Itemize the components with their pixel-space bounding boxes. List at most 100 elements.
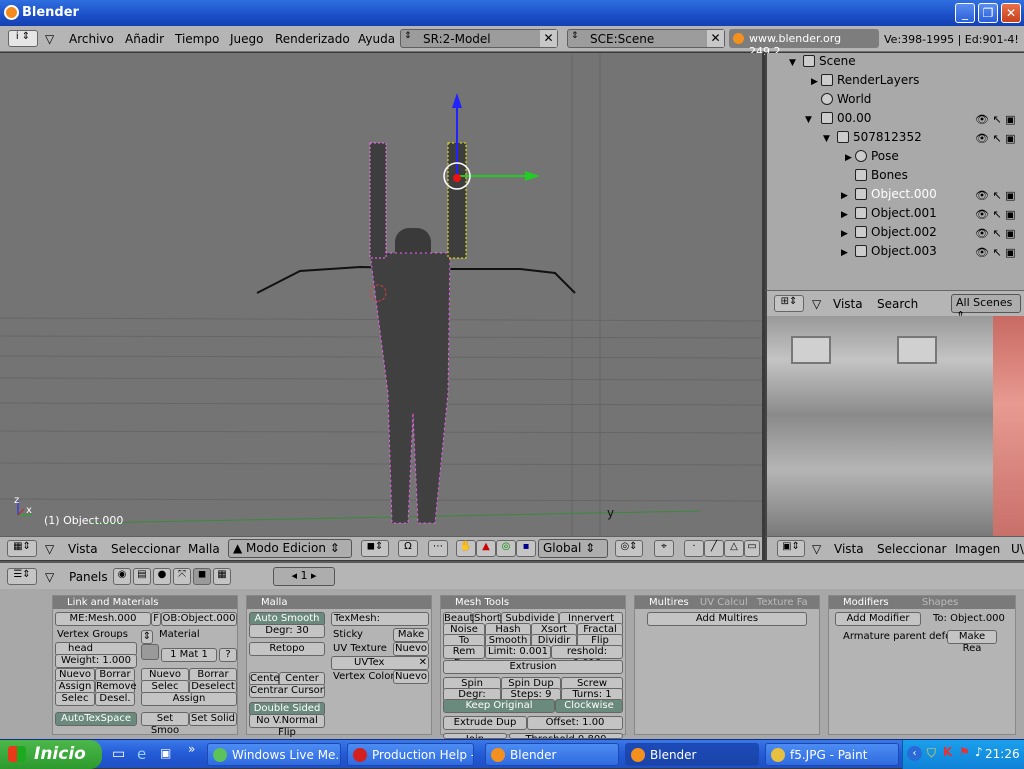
tab-modifiers[interactable]: Modifiers [843, 597, 889, 608]
vertex-color-new-button[interactable]: Nuevo [393, 670, 429, 684]
quicklaunch-desktop-icon[interactable]: ▭ [112, 746, 125, 762]
threshold-field[interactable]: reshold: 0.010 [551, 645, 623, 669]
image-menu-uvs[interactable]: U\ [1011, 542, 1024, 556]
visibility-eye-icon[interactable]: 👁 ↖ ▣ [975, 189, 1016, 202]
tray-k-icon[interactable]: K [943, 745, 952, 759]
fake-user-button[interactable]: F [151, 612, 161, 626]
remove-doubles-button[interactable]: Rem Dou [443, 645, 485, 669]
outliner-row-bones[interactable]: Bones [855, 168, 908, 187]
outliner[interactable]: ▼ Scene ▶ RenderLayers World ▼ 00.00 ▼ 5… [765, 53, 1024, 290]
material-browse-icon[interactable]: ⇕ [141, 630, 153, 644]
panels-menu[interactable]: Panels [69, 570, 108, 584]
menu-renderizado[interactable]: Renderizado [275, 32, 350, 46]
clock[interactable]: 21:26 [985, 747, 1020, 761]
menu-tiempo[interactable]: Tiempo [175, 32, 219, 46]
expand-icon[interactable]: ▼ [805, 115, 812, 125]
task-paint[interactable]: f5.JPG - Paint [765, 743, 899, 766]
image-menu-seleccionar[interactable]: Seleccionar [877, 542, 946, 556]
collapse-icon[interactable]: ▽ [45, 570, 54, 584]
outliner-row-object-000[interactable]: Object.000 [855, 187, 937, 206]
outliner-row-pose[interactable]: Pose [855, 149, 899, 168]
outliner-menu-vista[interactable]: Vista [833, 297, 863, 311]
outliner-row-world[interactable]: World [821, 92, 871, 111]
editing-tab-icon[interactable]: ◼ [193, 568, 211, 585]
snap-icon[interactable]: ⌖ [654, 540, 674, 557]
remove-uvtex-icon[interactable]: ✕ [419, 657, 427, 669]
clockwise-toggle[interactable]: Clockwise [555, 699, 623, 713]
close-screen-icon[interactable]: ✕ [540, 30, 557, 47]
menu-malla[interactable]: Malla [188, 542, 220, 556]
retopo-toggle[interactable]: Retopo [249, 642, 325, 656]
close-scene-icon[interactable]: ✕ [707, 30, 724, 47]
smooth-degree-field[interactable]: Degr: 30 [249, 624, 325, 638]
menu-juego[interactable]: Juego [230, 32, 264, 46]
extrude-dup-button[interactable]: Extrude Dup [443, 716, 527, 730]
script-icon[interactable]: ▤ [133, 568, 151, 585]
menu-seleccionar[interactable]: Seleccionar [111, 542, 180, 556]
outliner-row-object-003[interactable]: Object.003 [855, 244, 937, 263]
occlude-icon[interactable]: ▭ [744, 540, 760, 557]
face-select-icon[interactable]: △ [724, 540, 744, 557]
expand-icon[interactable]: ▼ [823, 134, 830, 144]
manipulator-icon[interactable]: ⋯ [428, 540, 448, 557]
visibility-eye-icon[interactable]: 👁 ↖ ▣ [975, 208, 1016, 221]
outliner-menu-search[interactable]: Search [877, 297, 918, 311]
editor-type-image-icon[interactable]: ▣⇕ [777, 540, 805, 557]
uv-texture-new-button[interactable]: Nuevo [393, 642, 429, 656]
info-icon[interactable]: i ⇕ [8, 30, 38, 47]
collapse-icon[interactable]: ▽ [45, 32, 54, 46]
task-production-help[interactable]: Production Help -... [347, 743, 474, 766]
visibility-eye-icon[interactable]: 👁 ↖ ▣ [975, 132, 1016, 145]
outliner-row-507812352[interactable]: 507812352 [837, 130, 922, 149]
expand-icon[interactable]: ▶ [841, 191, 848, 201]
proportional-icon[interactable]: ◎⇕ [615, 540, 643, 557]
expand-icon[interactable]: ▶ [811, 77, 818, 87]
set-smooth-button[interactable]: Set Smoo [141, 712, 189, 736]
uv-image-editor[interactable] [765, 316, 1024, 536]
vgroup-deselect-button[interactable]: Desel. [95, 692, 135, 706]
menu-archivo[interactable]: Archivo [69, 32, 114, 46]
quicklaunch-ie-icon[interactable]: e [137, 745, 146, 763]
object-tab-icon[interactable]: ⤧ [173, 568, 191, 585]
keep-original-toggle[interactable]: Keep Original [443, 699, 555, 713]
shading-ball-icon[interactable]: ● [153, 568, 171, 585]
logic-icon[interactable]: ◉ [113, 568, 131, 585]
tray-shield-icon[interactable]: ⛉ [927, 746, 936, 761]
material-index-field[interactable]: 1 Mat 1 [161, 648, 217, 662]
menu-ayuda[interactable]: Ayuda [358, 32, 395, 46]
make-real-button[interactable]: Make Rea [947, 630, 997, 654]
maximize-button[interactable]: ❐ [978, 3, 998, 23]
edge-select-icon[interactable]: ╱ [704, 540, 724, 557]
visibility-eye-icon[interactable]: 👁 ↖ ▣ [975, 227, 1016, 240]
collapse-icon[interactable]: ▽ [812, 542, 821, 556]
blender-url[interactable]: www.blender.org 249.2 [729, 29, 879, 58]
material-color-swatch[interactable] [141, 644, 159, 660]
autotexspace-toggle[interactable]: AutoTexSpace [55, 712, 137, 726]
expand-icon[interactable]: ▶ [841, 229, 848, 239]
collapse-icon[interactable]: ▽ [45, 542, 54, 556]
visibility-eye-icon[interactable]: 👁 ↖ ▣ [975, 246, 1016, 259]
outliner-scope-selector[interactable]: All Scenes ⇕ [951, 294, 1021, 322]
material-assign-button[interactable]: Assign [141, 692, 237, 706]
minimize-button[interactable]: _ [955, 3, 975, 23]
frame-number-field[interactable]: ◂ 1 ▸ [273, 567, 335, 586]
3d-viewport[interactable]: z x y (1) Object.000 [0, 53, 762, 536]
vertex-select-icon[interactable]: · [684, 540, 704, 557]
image-menu-imagen[interactable]: Imagen [955, 542, 1000, 556]
tray-expand-icon[interactable]: ‹ [907, 746, 922, 761]
task-windows-live[interactable]: Windows Live Me... [207, 743, 341, 766]
outliner-row-scene[interactable]: Scene [803, 54, 856, 73]
panel-title[interactable]: Mesh Tools [441, 596, 625, 609]
scale-icon[interactable]: ▪ [516, 540, 536, 557]
material-help-button[interactable]: ? [219, 648, 237, 662]
uvtex-layer-field[interactable]: UVTex ✕ [331, 656, 429, 670]
editor-type-outliner-icon[interactable]: ⊞⇕ [774, 295, 804, 312]
quicklaunch-more-icon[interactable]: » [188, 742, 195, 756]
outliner-row-renderlayers[interactable]: RenderLayers [821, 73, 919, 92]
outliner-row-object-002[interactable]: Object.002 [855, 225, 937, 244]
expand-icon[interactable]: ▶ [841, 210, 848, 220]
translate-icon[interactable]: ▲ [476, 540, 496, 557]
menu-anadir[interactable]: Añadir [125, 32, 164, 46]
expand-icon[interactable]: ▼ [789, 58, 796, 68]
vgroup-select-button[interactable]: Selec [55, 692, 95, 706]
